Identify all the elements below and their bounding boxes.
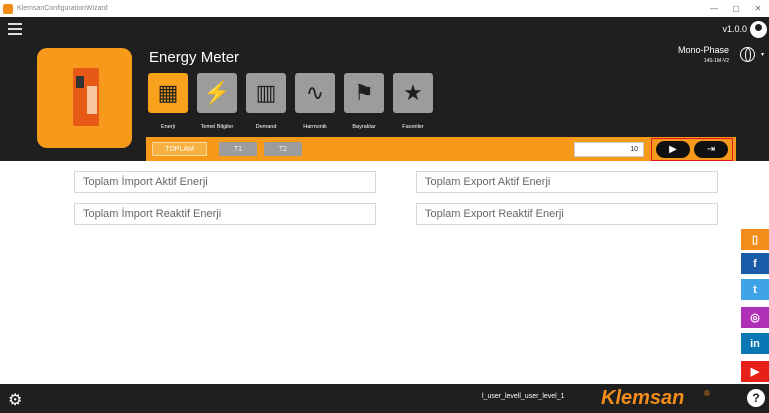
nav-label-favoriler[interactable]: Favoriler <box>393 124 433 130</box>
export-active-energy-field[interactable]: Toplam Export Aktif Enerji <box>416 171 718 193</box>
chevron-down-icon[interactable]: ▾ <box>761 51 764 58</box>
tab-toplam[interactable]: TOPLAM <box>152 142 207 156</box>
instagram-icon[interactable]: ◎ <box>741 307 769 328</box>
window-title: KlemsanConfigurationWizard <box>17 5 108 12</box>
play-button[interactable]: ▶ <box>656 141 690 158</box>
window-controls: — ▢ ✕ <box>703 4 769 13</box>
energy-meter-icon[interactable]: ▦ <box>148 73 188 113</box>
power-tower-icon[interactable]: ⚡ <box>197 73 237 113</box>
close-button[interactable]: ✕ <box>747 4 769 13</box>
nav-label-temel-bilgiler[interactable]: Temel Bilgiler <box>193 124 241 130</box>
export-icon: ⇥ <box>706 144 716 155</box>
device-image-card <box>37 48 132 148</box>
action-buttons-highlight: ▶ ⇥ <box>651 138 733 161</box>
app-icon <box>3 3 13 14</box>
phase-label: Mono-Phase <box>677 45 729 55</box>
linkedin-icon[interactable]: in <box>741 333 769 354</box>
flags-icon[interactable]: ⚑ <box>344 73 384 113</box>
nav-icons: ▦ ⚡ ▥ ∿ ⚑ ★ <box>148 73 433 113</box>
energy-meter-device-image <box>73 68 99 126</box>
version-label: v1.0.0 <box>722 24 747 34</box>
nav-label-enerji[interactable]: Enerji <box>148 124 188 130</box>
refresh-interval-input[interactable] <box>574 142 644 157</box>
user-icon[interactable] <box>750 21 767 38</box>
maximize-button[interactable]: ▢ <box>725 4 747 13</box>
play-icon: ▶ <box>669 144 677 155</box>
youtube-icon[interactable]: ▶ <box>741 361 769 382</box>
export-reactive-energy-field[interactable]: Toplam Export Reaktif Enerji <box>416 203 718 225</box>
user-level-label: l_user_levell_user_level_1 <box>482 393 565 400</box>
menu-toggle-icon[interactable] <box>8 23 22 35</box>
window-titlebar: KlemsanConfigurationWizard — ▢ ✕ <box>0 0 769 17</box>
star-icon[interactable]: ★ <box>393 73 433 113</box>
registered-mark: ® <box>704 389 710 398</box>
nav-labels: Enerji Temel Bilgiler Demand Harmonik Ba… <box>148 124 433 130</box>
tab-t2[interactable]: T2 <box>264 142 302 156</box>
gear-icon[interactable]: ⚙ <box>8 390 22 410</box>
twitter-icon[interactable]: t <box>741 279 769 300</box>
minimize-button[interactable]: — <box>703 4 725 13</box>
page-title: Energy Meter <box>149 49 240 66</box>
harmonic-wave-icon[interactable]: ∿ <box>295 73 335 113</box>
tariff-tab-bar: TOPLAM T1 T2 ▶ ⇥ <box>146 137 736 161</box>
facebook-icon[interactable]: f <box>741 253 769 274</box>
language-globe-icon[interactable] <box>740 47 755 62</box>
app-store-icon[interactable]: ▯ <box>741 229 769 250</box>
nav-label-demand[interactable]: Demand <box>246 124 286 130</box>
nav-label-harmonik[interactable]: Harmonik <box>295 124 335 130</box>
help-icon[interactable]: ? <box>747 389 765 407</box>
model-label: 14S-1M-V2 <box>703 58 729 64</box>
brand-logo: Klemsan <box>601 387 685 409</box>
tab-t1[interactable]: T1 <box>219 142 257 156</box>
export-button[interactable]: ⇥ <box>694 141 728 158</box>
footer-bar: ⚙ l_user_levell_user_level_1 Klemsan ® ? <box>0 384 769 413</box>
import-active-energy-field[interactable]: Toplam İmport Aktif Enerji <box>74 171 376 193</box>
nav-label-bayraklar[interactable]: Bayraklar <box>344 124 384 130</box>
import-reactive-energy-field[interactable]: Toplam İmport Reaktif Enerji <box>74 203 376 225</box>
demand-chart-icon[interactable]: ▥ <box>246 73 286 113</box>
